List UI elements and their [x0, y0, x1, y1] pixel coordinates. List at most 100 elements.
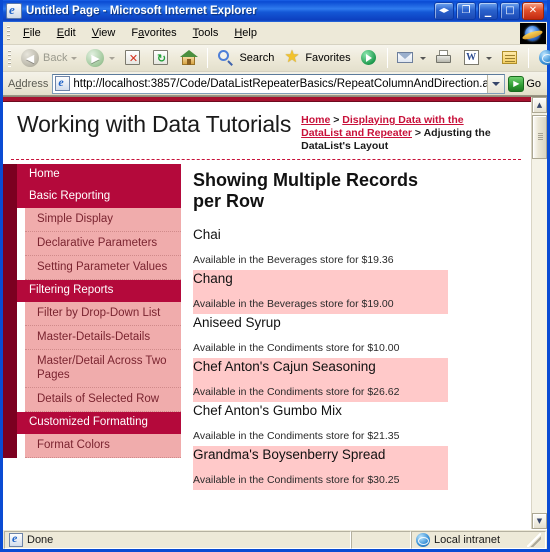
sidebar-item-label: Home — [29, 168, 60, 180]
record-name: Chang — [193, 271, 233, 286]
menu-favorites[interactable]: Favorites — [124, 24, 183, 42]
edit-button[interactable] — [458, 46, 496, 70]
media-icon — [359, 48, 379, 68]
status-page-icon — [9, 531, 23, 547]
back-history-chevron-down-icon[interactable] — [71, 56, 78, 60]
menu-grip-handle[interactable] — [5, 25, 13, 41]
menu-help-label: elp — [242, 27, 257, 39]
content-heading: Showing Multiple Records per Row — [193, 170, 419, 211]
address-bar: Address http://localhost:3857/Code/DataL… — [3, 72, 547, 96]
sidebar-item-master-detail-across-two-pages[interactable]: Master/Detail Across Two Pages — [3, 349, 181, 388]
globe-icon — [537, 48, 550, 68]
sidebar-item-details-of-selected-row[interactable]: Details of Selected Row — [3, 387, 181, 412]
scroll-down-button[interactable]: ▼ — [532, 513, 547, 529]
menu-item-list: File Edit View Favorites Tools Help — [13, 24, 520, 42]
sidebar-item-simple-display[interactable]: Simple Display — [3, 207, 181, 232]
status-bar: Done Local intranet — [3, 529, 547, 549]
favorites-button[interactable]: Favorites — [278, 46, 354, 70]
status-message-panel: Done — [4, 530, 351, 549]
record-name: Chai — [193, 227, 221, 242]
sidebar-item-label: Format Colors — [37, 439, 110, 451]
toolbar-separator-2 — [386, 48, 388, 68]
back-button[interactable]: ◀ Back — [16, 46, 81, 70]
restore-group-button[interactable]: ❐ — [456, 2, 476, 20]
search-button[interactable]: Search — [212, 46, 278, 70]
refresh-button[interactable]: ↻ — [147, 46, 175, 70]
title-bar: Untitled Page - Microsoft Internet Explo… — [3, 0, 547, 22]
menu-view-label: iew — [98, 27, 116, 39]
stop-icon: ✕ — [123, 48, 143, 68]
record-name: Aniseed Syrup — [193, 315, 281, 330]
record-availability: Available in the Beverages store for $19… — [193, 254, 394, 266]
page-favicon-icon — [55, 75, 71, 91]
menu-edit-label: dit — [64, 27, 76, 39]
address-label: Address — [8, 77, 49, 90]
record-item: Chef Anton's Gumbo Mix Available in the … — [193, 402, 448, 446]
mail-button[interactable] — [392, 46, 430, 70]
record-availability: Available in the Condiments store for $2… — [193, 430, 400, 442]
sidebar-item-declarative-parameters[interactable]: Declarative Parameters — [3, 231, 181, 256]
sidebar-item-home[interactable]: Home — [3, 164, 181, 186]
mail-chevron-down-icon[interactable] — [419, 56, 426, 60]
menu-tools-label: ools — [198, 27, 219, 39]
sidebar-item-label: Declarative Parameters — [37, 237, 158, 249]
menu-tools[interactable]: Tools — [186, 24, 226, 42]
page-vertical-scrollbar[interactable]: ▲ ▼ — [531, 97, 547, 529]
toolbar-grip-handle[interactable] — [6, 49, 13, 67]
close-button[interactable]: ✕ — [522, 2, 544, 20]
sidebar-item-customized-formatting[interactable]: Customized Formatting — [3, 410, 181, 436]
sidebar-item-format-colors[interactable]: Format Colors — [3, 433, 181, 458]
sidebar-item-basic-reporting[interactable]: Basic Reporting — [3, 184, 181, 210]
address-chevron-down-icon[interactable] — [487, 74, 505, 93]
scrollbar-track[interactable] — [532, 113, 547, 513]
internet-explorer-window: Untitled Page - Microsoft Internet Explo… — [0, 0, 550, 552]
resize-restore-button[interactable]: ◂▸ — [434, 2, 454, 20]
menu-bar: File Edit View Favorites Tools Help — [3, 22, 547, 45]
record-item: Chang Available in the Beverages store f… — [193, 270, 448, 314]
media-button[interactable] — [355, 46, 383, 70]
menu-edit[interactable]: Edit — [50, 24, 83, 42]
maximize-button[interactable]: □ — [500, 2, 520, 20]
main-content: Showing Multiple Records per Row Chai Av… — [181, 160, 531, 490]
address-input[interactable]: http://localhost:3857/Code/DataListRepea… — [52, 73, 506, 94]
menu-help[interactable]: Help — [227, 24, 264, 42]
sidebar-item-filtering-reports[interactable]: Filtering Reports — [3, 278, 181, 304]
notes-icon — [500, 48, 520, 68]
sidebar-item-label: Filter by Drop-Down List — [37, 307, 161, 319]
stop-button[interactable]: ✕ — [119, 46, 147, 70]
resize-grip-icon[interactable] — [527, 532, 541, 547]
forward-arrow-icon: ▶ — [85, 48, 105, 68]
breadcrumb-separator-2: > — [412, 127, 424, 139]
star-icon — [282, 48, 302, 68]
menu-favorites-label: vorites — [144, 27, 177, 39]
sidebar-item-master-details-details[interactable]: Master-Details-Details — [3, 325, 181, 350]
sidebar-item-filter-by-drop-down-list[interactable]: Filter by Drop-Down List — [3, 301, 181, 326]
print-button[interactable] — [430, 46, 458, 70]
address-url-text: http://localhost:3857/Code/DataListRepea… — [73, 77, 488, 90]
forward-history-chevron-down-icon[interactable] — [109, 56, 116, 60]
favorites-button-label: Favorites — [305, 52, 351, 64]
edit-chevron-down-icon[interactable] — [485, 56, 492, 60]
sidebar-item-label: Simple Display — [37, 213, 114, 225]
discuss-button[interactable] — [496, 46, 524, 70]
scroll-up-button[interactable]: ▲ — [532, 97, 547, 113]
back-arrow-icon: ◀ — [20, 48, 40, 68]
minimize-button[interactable]: _ — [478, 2, 498, 20]
security-zone-text: Local intranet — [434, 533, 501, 546]
breadcrumb-link-home[interactable]: Home — [301, 114, 330, 126]
window-title: Untitled Page - Microsoft Internet Explo… — [26, 5, 257, 17]
record-availability: Available in the Condiments store for $3… — [193, 474, 400, 486]
forward-button[interactable]: ▶ — [81, 46, 119, 70]
go-button[interactable]: Go — [505, 75, 545, 92]
ie-brand-logo-icon — [520, 22, 546, 44]
menu-file[interactable]: File — [16, 24, 48, 42]
msn-explorer-button[interactable] — [533, 46, 550, 70]
sidebar-item-setting-parameter-values[interactable]: Setting Parameter Values — [3, 255, 181, 280]
menu-view[interactable]: View — [85, 24, 123, 42]
back-button-label: Back — [43, 52, 68, 64]
record-name: Chef Anton's Gumbo Mix — [193, 403, 342, 418]
home-button[interactable] — [175, 46, 203, 70]
record-name: Chef Anton's Cajun Seasoning — [193, 359, 376, 374]
scrollbar-thumb[interactable] — [532, 115, 547, 159]
security-zone-panel[interactable]: Local intranet — [411, 530, 546, 549]
